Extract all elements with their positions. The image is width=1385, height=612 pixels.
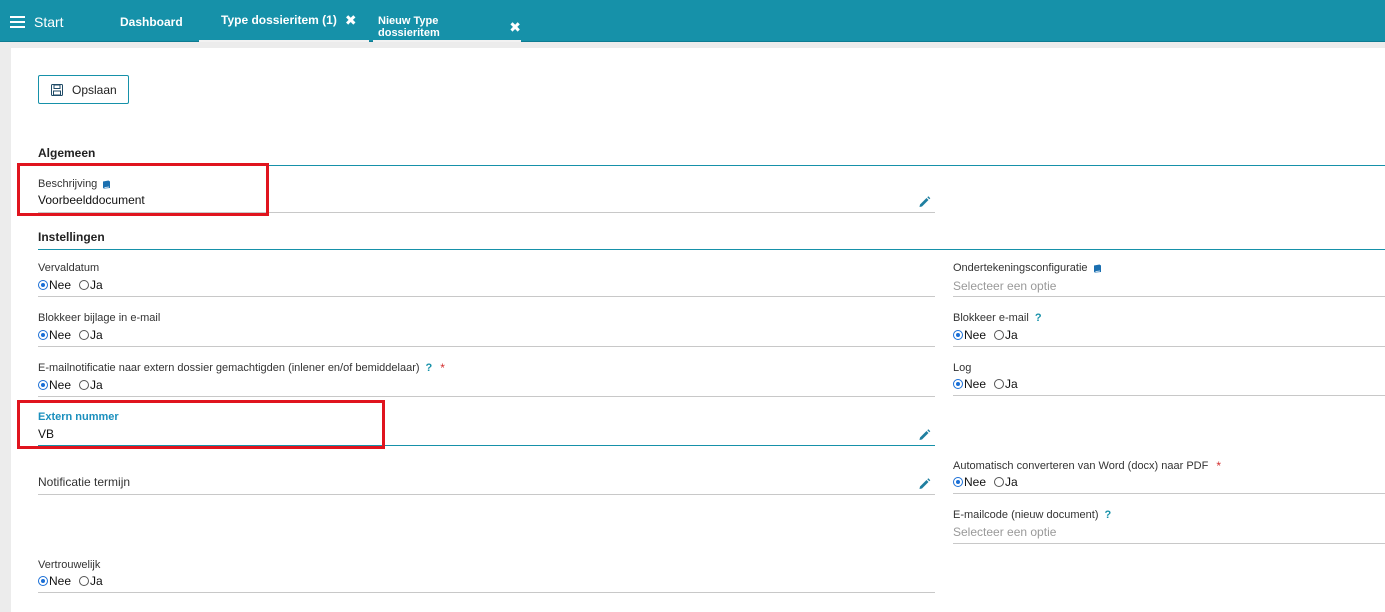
save-button[interactable]: Opslaan — [38, 75, 129, 104]
emailcode-label-text: E-mailcode (nieuw document) — [953, 509, 1099, 521]
tab-nieuw-type-dossieritem[interactable]: Nieuw Type dossieritem ✖ — [373, 0, 521, 42]
vertrouwelijk-radio-group: Nee Ja — [38, 574, 111, 588]
help-icon[interactable]: ? — [426, 362, 433, 374]
radio-option-nee[interactable]: Nee — [38, 278, 71, 292]
section-divider — [38, 249, 1385, 250]
pencil-icon[interactable] — [918, 195, 931, 208]
radio-option-nee[interactable]: Nee — [38, 378, 71, 392]
blokkeer-email-label-text: Blokkeer e-mail — [953, 312, 1029, 324]
emailcode-label: E-mailcode (nieuw document) ? — [953, 509, 1111, 521]
section-title-settings: Instellingen — [38, 230, 105, 244]
emailcode-select[interactable]: Selecteer een optie — [953, 525, 1056, 539]
required-marker: * — [1216, 459, 1222, 473]
radio-option-ja[interactable]: Ja — [994, 328, 1018, 342]
tab-label: Nieuw Type dossieritem — [378, 14, 440, 39]
radio-option-ja[interactable]: Ja — [994, 377, 1018, 391]
auto-convert-label: Automatisch converteren van Word (docx) … — [953, 459, 1221, 473]
field-underline — [953, 543, 1385, 544]
field-underline — [38, 296, 935, 297]
radio-option-nee[interactable]: Nee — [953, 377, 986, 391]
radio-button-checked[interactable] — [953, 379, 963, 389]
radio-option-ja[interactable]: Ja — [994, 475, 1018, 489]
radio-button[interactable] — [994, 379, 1005, 389]
field-underline — [38, 592, 935, 593]
book-icon[interactable] — [1093, 264, 1102, 273]
radio-button-checked[interactable] — [38, 280, 48, 290]
notificatie-termijn-label[interactable]: Notificatie termijn — [38, 475, 130, 489]
radio-button[interactable] — [994, 477, 1005, 487]
emailnotificatie-label: E-mailnotificatie naar extern dossier ge… — [38, 361, 445, 375]
radio-option-nee[interactable]: Nee — [38, 328, 71, 342]
auto-convert-label-text: Automatisch converteren van Word (docx) … — [953, 460, 1209, 472]
blokkeer-email-label: Blokkeer e-mail ? — [953, 312, 1042, 324]
tab-label: Dashboard — [120, 15, 183, 29]
log-radio-group: Nee Ja — [953, 377, 1026, 391]
radio-button-checked[interactable] — [953, 330, 963, 340]
pencil-icon[interactable] — [918, 428, 931, 441]
blokkeer-bijlage-label: Blokkeer bijlage in e-mail — [38, 312, 161, 324]
radio-button-checked[interactable] — [38, 330, 48, 340]
tab-label: Type dossieritem (1) — [221, 13, 337, 27]
radio-button[interactable] — [79, 280, 90, 290]
required-marker: * — [440, 361, 445, 375]
radio-option-nee[interactable]: Nee — [953, 328, 986, 342]
ondertekening-label: Ondertekeningsconfiguratie — [953, 262, 1102, 274]
vervaldatum-radio-group: Nee Ja — [38, 278, 111, 292]
radio-button[interactable] — [79, 576, 90, 586]
field-underline — [953, 493, 1385, 494]
blokkeer-bijlage-radio-group: Nee Ja — [38, 328, 111, 342]
section-title-general: Algemeen — [38, 146, 96, 160]
emailnotificatie-label-text: E-mailnotificatie naar extern dossier ge… — [38, 362, 420, 374]
radio-button[interactable] — [79, 330, 90, 340]
emailnotificatie-radio-group: Nee Ja — [38, 378, 111, 392]
radio-option-ja[interactable]: Ja — [79, 328, 103, 342]
vervaldatum-label: Vervaldatum — [38, 262, 100, 274]
radio-button-checked[interactable] — [38, 576, 48, 586]
radio-button-checked[interactable] — [953, 477, 963, 487]
field-underline — [38, 396, 935, 397]
ondertekening-select[interactable]: Selecteer een optie — [953, 279, 1056, 293]
field-underline — [953, 296, 1385, 297]
auto-convert-radio-group: Nee Ja — [953, 475, 1026, 489]
highlight-box — [17, 163, 269, 216]
menu-label: Start — [34, 14, 64, 30]
blokkeer-email-radio-group: Nee Ja — [953, 328, 1026, 342]
floppy-disk-icon — [51, 83, 63, 96]
pencil-icon[interactable] — [918, 477, 931, 490]
radio-option-ja[interactable]: Ja — [79, 574, 103, 588]
ondertekening-label-text: Ondertekeningsconfiguratie — [953, 262, 1088, 274]
top-navigation-bar: Start Dashboard Type dossieritem (1) ✖ N… — [0, 0, 1385, 42]
main-menu-button[interactable]: Start — [10, 12, 64, 32]
radio-button[interactable] — [994, 330, 1005, 340]
field-underline — [38, 346, 935, 347]
form-panel — [11, 48, 1385, 612]
field-underline — [953, 346, 1385, 347]
highlight-box — [17, 400, 385, 449]
tab-dashboard[interactable]: Dashboard — [120, 15, 183, 29]
log-label: Log — [953, 362, 972, 374]
radio-option-nee[interactable]: Nee — [38, 574, 71, 588]
radio-button[interactable] — [79, 380, 90, 390]
tab-type-dossieritem[interactable]: Type dossieritem (1) ✖ — [199, 0, 369, 42]
hamburger-icon — [10, 16, 25, 28]
radio-option-ja[interactable]: Ja — [79, 278, 103, 292]
help-icon[interactable]: ? — [1105, 509, 1112, 521]
radio-option-nee[interactable]: Nee — [953, 475, 986, 489]
help-icon[interactable]: ? — [1035, 312, 1042, 324]
field-underline — [38, 494, 935, 495]
close-icon[interactable]: ✖ — [345, 13, 357, 27]
field-underline — [953, 395, 1385, 396]
vertrouwelijk-label: Vertrouwelijk — [38, 559, 101, 571]
radio-option-ja[interactable]: Ja — [79, 378, 103, 392]
close-icon[interactable]: ✖ — [509, 20, 521, 34]
save-button-label: Opslaan — [72, 82, 117, 97]
radio-button-checked[interactable] — [38, 380, 48, 390]
